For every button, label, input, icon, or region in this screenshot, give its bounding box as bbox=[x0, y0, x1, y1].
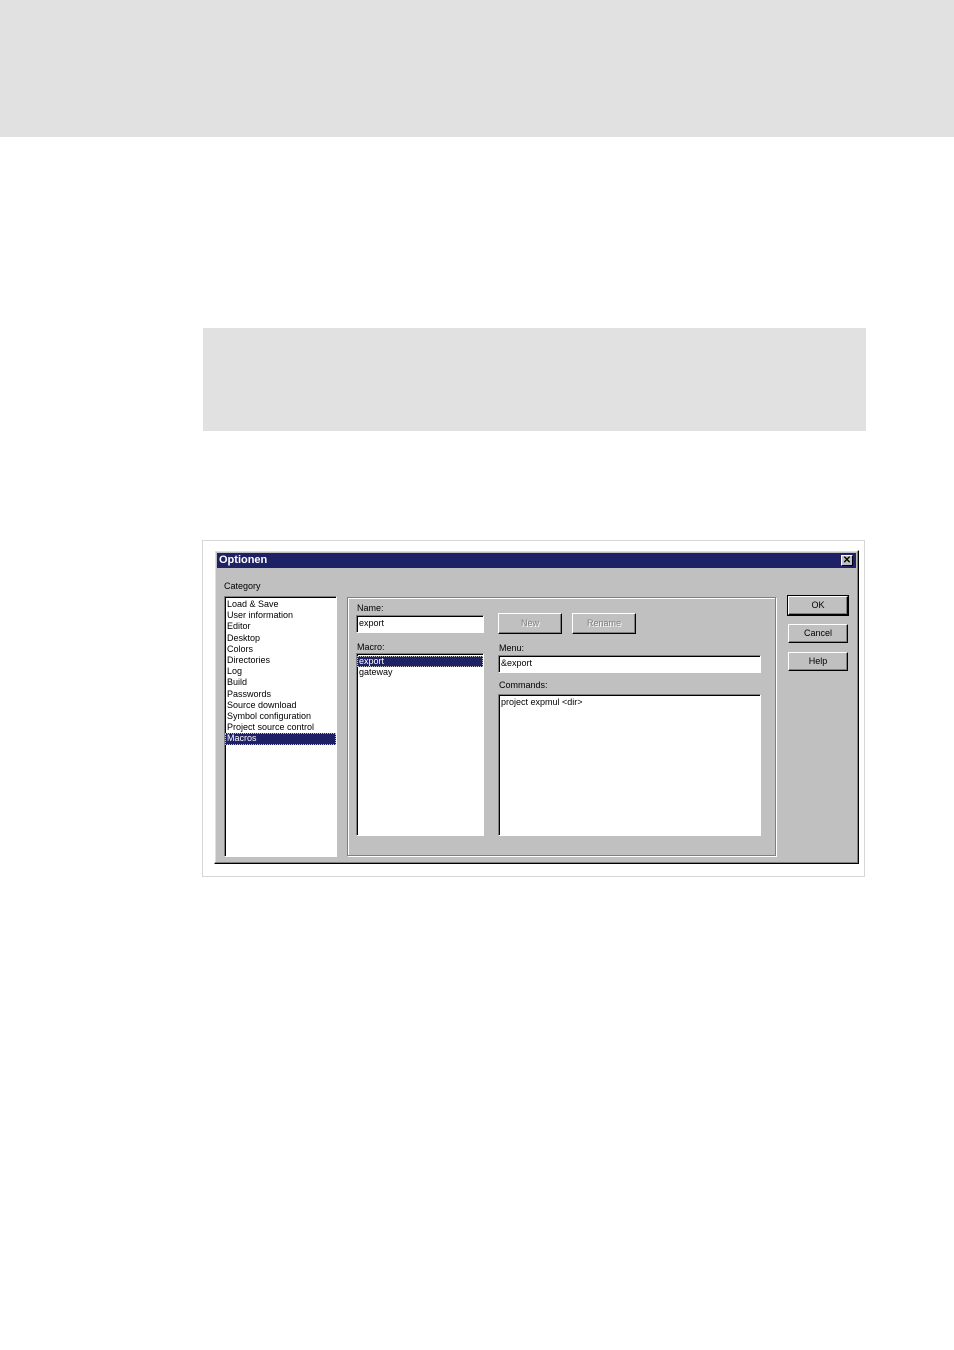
macro-list[interactable]: export gateway bbox=[356, 653, 484, 836]
category-list[interactable]: Load & Save User information Editor Desktop… bbox=[224, 596, 337, 857]
new-button[interactable]: New bbox=[498, 613, 562, 634]
menu-input-value: &export bbox=[501, 658, 533, 668]
name-label: Name: bbox=[357, 603, 384, 613]
rename-button[interactable]: Rename bbox=[572, 613, 636, 634]
help-button-label: Help bbox=[808, 656, 828, 666]
category-label: Category bbox=[224, 581, 261, 591]
category-item[interactable]: Editor bbox=[225, 621, 336, 632]
name-input[interactable]: export bbox=[356, 615, 484, 633]
cancel-button-label: Cancel bbox=[803, 628, 832, 638]
commands-textarea[interactable]: project expmul <dir> bbox=[498, 694, 761, 836]
options-dialog: Optionen ✕ Category Load & Save User info… bbox=[214, 550, 859, 864]
help-button[interactable]: Help bbox=[788, 652, 848, 671]
content-band bbox=[203, 328, 866, 431]
name-input-value: export bbox=[359, 618, 385, 628]
category-item[interactable]: Log bbox=[225, 666, 336, 677]
category-item[interactable]: Project source control bbox=[225, 722, 336, 733]
header-band bbox=[0, 0, 954, 137]
ok-button[interactable]: OK bbox=[787, 595, 849, 616]
menu-label: Menu: bbox=[499, 643, 525, 653]
menu-input[interactable]: &export bbox=[498, 655, 761, 673]
category-item[interactable]: Build bbox=[225, 677, 336, 688]
cancel-button[interactable]: Cancel bbox=[788, 624, 848, 643]
ok-button-label: OK bbox=[811, 600, 825, 610]
category-item[interactable]: Directories bbox=[225, 655, 336, 666]
category-item[interactable]: Colors bbox=[225, 644, 336, 655]
category-item[interactable]: User information bbox=[225, 610, 336, 621]
new-button-label: New bbox=[520, 618, 539, 628]
dialog-titlebar[interactable]: Optionen ✕ bbox=[217, 553, 856, 568]
category-item[interactable]: Load & Save bbox=[225, 599, 336, 610]
commands-text: project expmul <dir> bbox=[501, 697, 583, 707]
rename-button-label: Rename bbox=[586, 618, 622, 628]
category-item[interactable]: Macros bbox=[225, 733, 336, 745]
category-item[interactable]: Source download bbox=[225, 700, 336, 711]
dialog-title: Optionen bbox=[219, 554, 268, 566]
commands-label: Commands: bbox=[499, 680, 548, 690]
category-item[interactable]: Desktop bbox=[225, 633, 336, 644]
close-icon[interactable]: ✕ bbox=[841, 555, 853, 566]
macro-item[interactable]: gateway bbox=[357, 667, 483, 678]
macro-label: Macro: bbox=[357, 642, 385, 652]
category-item[interactable]: Passwords bbox=[225, 689, 336, 700]
category-item[interactable]: Symbol configuration bbox=[225, 711, 336, 722]
macro-item[interactable]: export bbox=[357, 656, 483, 668]
